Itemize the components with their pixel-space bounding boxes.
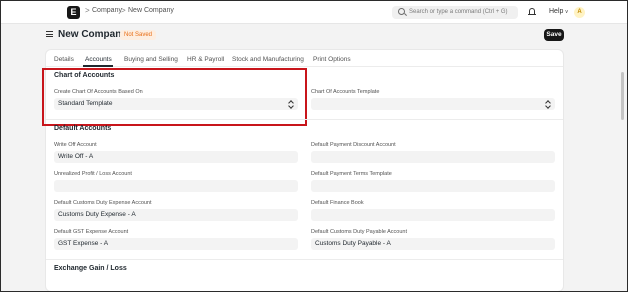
tab-divider — [46, 66, 563, 67]
tab-accounts[interactable]: Accounts — [85, 56, 112, 63]
breadcrumb-separator: > — [121, 6, 126, 15]
payment-discount-account-field[interactable] — [311, 151, 555, 163]
bell-icon[interactable] — [528, 8, 536, 16]
breadcrumb-separator: > — [85, 6, 90, 15]
logo-icon[interactable]: E — [67, 6, 80, 19]
chevron-up-down-icon — [545, 100, 550, 108]
active-tab-indicator — [83, 65, 113, 67]
tab-details[interactable]: Details — [54, 56, 74, 63]
tab-stock-and-manufacturing[interactable]: Stock and Manufacturing — [232, 56, 304, 63]
section-title-exchange-gain-loss: Exchange Gain / Loss — [54, 265, 127, 272]
tab-hr-payroll[interactable]: HR & Payroll — [187, 56, 224, 63]
sidebar-toggle-icon[interactable] — [46, 31, 53, 37]
breadcrumb-new-company[interactable]: New Company — [128, 7, 174, 14]
field-label-payment-discount-account: Default Payment Discount Account — [311, 142, 396, 148]
chevron-down-icon: v — [565, 9, 568, 15]
tab-print-options[interactable]: Print Options — [313, 56, 351, 63]
search-icon — [398, 8, 405, 15]
customs-duty-payable-account-field[interactable]: Customs Duty Payable - A — [311, 238, 555, 250]
navbar: E > Company > New Company Search or type… — [1, 1, 627, 24]
field-label-unrealized-profit-loss-account: Unrealized Profit / Loss Account — [54, 171, 132, 177]
unrealized-profit-loss-account-field[interactable] — [54, 180, 298, 192]
highlight-box — [42, 68, 307, 126]
scrollbar[interactable] — [621, 72, 624, 120]
save-button[interactable]: Save — [544, 29, 564, 41]
write-off-account-field[interactable]: Write Off - A — [54, 151, 298, 163]
help-menu[interactable]: Help v — [549, 8, 568, 15]
tab-buying-and-selling[interactable]: Buying and Selling — [124, 56, 178, 63]
avatar[interactable]: A — [574, 7, 585, 18]
search-input[interactable]: Search or type a command (Ctrl + G) — [392, 6, 518, 19]
payment-terms-template-field[interactable] — [311, 180, 555, 192]
breadcrumb-company[interactable]: Company — [92, 7, 122, 14]
field-label-customs-duty-expense-account: Default Customs Duty Expense Account — [54, 200, 152, 206]
field-label-write-off-account: Write Off Account — [54, 142, 97, 148]
page-title: New Company — [58, 29, 127, 40]
field-label-coa-template: Chart Of Accounts Template — [311, 89, 380, 95]
field-label-finance-book: Default Finance Book — [311, 200, 364, 206]
section-title-default-accounts: Default Accounts — [54, 125, 112, 132]
help-label: Help — [549, 8, 564, 15]
finance-book-field[interactable] — [311, 209, 555, 221]
section-divider — [46, 119, 563, 120]
field-label-payment-terms-template: Default Payment Terms Template — [311, 171, 392, 177]
customs-duty-expense-account-field[interactable]: Customs Duty Expense - A — [54, 209, 298, 221]
field-label-customs-duty-payable-account: Default Customs Duty Payable Account — [311, 229, 407, 235]
field-label-gst-expense-account: Default GST Expense Account — [54, 229, 129, 235]
search-placeholder: Search or type a command (Ctrl + G) — [409, 9, 508, 15]
gst-expense-account-field[interactable]: GST Expense - A — [54, 238, 298, 250]
coa-template-select[interactable] — [311, 98, 555, 110]
section-divider — [46, 259, 563, 260]
status-badge: Not Saved — [120, 30, 157, 40]
